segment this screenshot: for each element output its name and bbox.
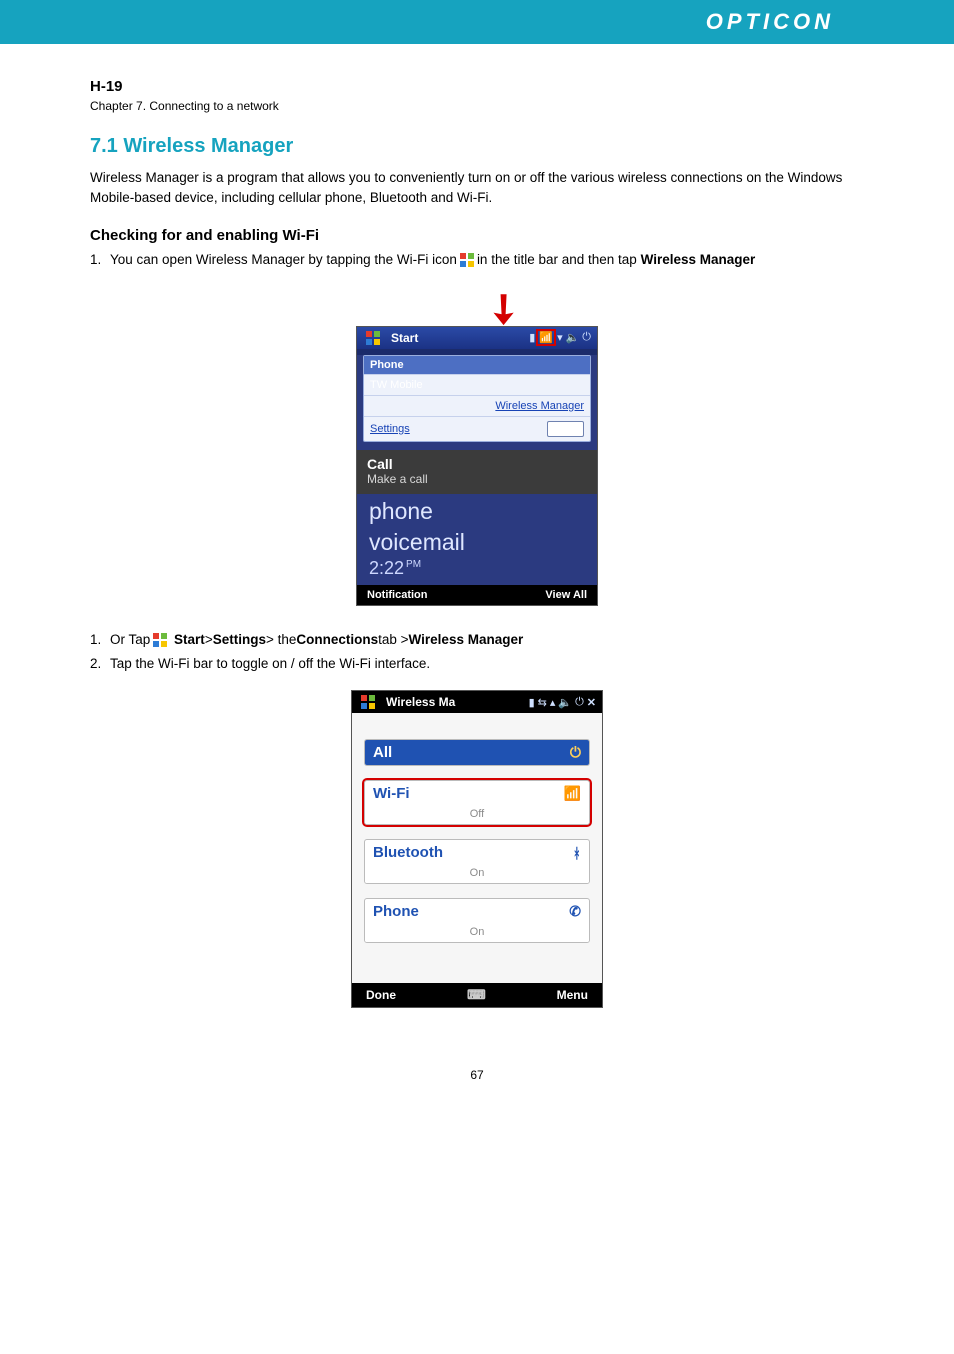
status-tray[interactable]: ▮ 📶 ▾ 🔈 ⏻ bbox=[529, 331, 591, 344]
call-tile[interactable]: Call Make a call bbox=[357, 450, 597, 494]
close-icon[interactable]: ✕ bbox=[587, 696, 596, 709]
home-tile-phone[interactable]: phone bbox=[357, 494, 597, 525]
page-number: 67 bbox=[90, 1068, 864, 1082]
phone-icon: ✆ bbox=[569, 903, 581, 920]
bluetooth-icon: ᚼ bbox=[573, 845, 581, 861]
popup-row-wm: Wireless Manager bbox=[364, 395, 590, 416]
phone-state: On bbox=[365, 924, 589, 942]
device-model: H-19 bbox=[90, 78, 864, 95]
wireless-manager-link[interactable]: Wireless Manager bbox=[495, 400, 584, 412]
titlebar[interactable]: Wireless Ma ▮ ⇆ ▴ 🔈 ⏻ ✕ bbox=[352, 691, 602, 713]
status-tray[interactable]: ▮ ⇆ ▴ 🔈 ⏻ ✕ bbox=[529, 696, 596, 709]
titlebar-label: Start bbox=[391, 331, 418, 345]
steps-list-1: You can open Wireless Manager by tapping… bbox=[90, 250, 864, 270]
screenshot-wireless-manager: Wireless Ma ▮ ⇆ ▴ 🔈 ⏻ ✕ All ⏻ bbox=[351, 690, 603, 1008]
page-content: H-19 Chapter 7. Connecting to a network … bbox=[0, 44, 954, 1142]
softkey-left[interactable]: Notification bbox=[367, 589, 428, 601]
popup-row-carrier: TW Mobile bbox=[364, 374, 590, 395]
keyboard-icon[interactable]: ⌨ bbox=[467, 987, 486, 1003]
home-clock: 2:22PM bbox=[357, 556, 597, 585]
brand-bar: OPTICON bbox=[0, 0, 954, 44]
softkey-bar: Done ⌨ Menu bbox=[352, 983, 602, 1007]
settings-link[interactable]: Settings bbox=[370, 423, 410, 435]
popup-header: Phone bbox=[364, 356, 590, 374]
sync-icon: ⇆ bbox=[538, 696, 547, 709]
bluetooth-state: On bbox=[365, 865, 589, 883]
home-tile-voicemail[interactable]: voicemail bbox=[357, 525, 597, 556]
windows-flag-icon bbox=[153, 633, 167, 647]
battery-icon: ▮ bbox=[529, 696, 535, 709]
wm-row-bluetooth[interactable]: Bluetooth ᚼ On bbox=[364, 839, 590, 884]
wifi-status-icon[interactable]: 📶 bbox=[538, 331, 554, 344]
brand-logo: OPTICON bbox=[706, 9, 834, 35]
chapter-title: Connecting to a network bbox=[149, 99, 278, 113]
step-1a: You can open Wireless Manager by tapping… bbox=[90, 250, 864, 270]
screenshot-1-container: ➘ Start ▮ 📶 ▾ 🔈 ⏻ bbox=[90, 286, 864, 606]
volume-icon: 🔈 bbox=[558, 696, 572, 709]
hide-button[interactable]: Hide bbox=[547, 421, 584, 437]
wifi-state: Off bbox=[365, 806, 589, 824]
signal-icon: ▾ bbox=[557, 331, 563, 344]
signal-icon: ▴ bbox=[550, 696, 556, 709]
softkey-done[interactable]: Done bbox=[366, 988, 396, 1002]
titlebar-label: Wireless Ma bbox=[386, 695, 455, 709]
wm-row-wifi[interactable]: Wi-Fi 📶 Off bbox=[364, 780, 590, 825]
power-icon: ⏻ bbox=[575, 696, 584, 709]
power-toggle-icon: ⏻ bbox=[570, 744, 581, 761]
steps-list-2: Or Tap Start > Settings > the Connection… bbox=[90, 630, 864, 675]
start-flag-icon[interactable] bbox=[361, 695, 375, 709]
wireless-manager-label: Wireless Manager bbox=[641, 250, 756, 270]
screenshot-2-container: Wireless Ma ▮ ⇆ ▴ 🔈 ⏻ ✕ All ⏻ bbox=[90, 690, 864, 1008]
power-icon: ⏻ bbox=[582, 331, 591, 344]
softkey-menu[interactable]: Menu bbox=[557, 988, 588, 1002]
windows-flag-icon bbox=[460, 253, 474, 267]
popup-row-settings: Settings Hide bbox=[364, 416, 590, 441]
intro-paragraph: Wireless Manager is a program that allow… bbox=[90, 168, 864, 209]
screenshot-start-menu: Start ▮ 📶 ▾ 🔈 ⏻ Phone TW Mobile bbox=[356, 326, 598, 606]
wm-row-all[interactable]: All ⏻ bbox=[364, 739, 590, 766]
wm-row-phone[interactable]: Phone ✆ On bbox=[364, 898, 590, 943]
titlebar[interactable]: Start ▮ 📶 ▾ 🔈 ⏻ bbox=[357, 327, 597, 349]
section-title: 7.1 Wireless Manager bbox=[90, 135, 864, 158]
phone-popup: Phone TW Mobile Wireless Manager Setting… bbox=[363, 355, 591, 442]
step-2: Tap the Wi-Fi bar to toggle on / off the… bbox=[90, 654, 864, 674]
wifi-icon: 📶 bbox=[564, 785, 581, 802]
start-flag-icon[interactable] bbox=[366, 331, 380, 345]
softkey-bar: Notification View All bbox=[357, 585, 597, 605]
volume-icon: 🔈 bbox=[566, 331, 580, 344]
subhead-checking: Checking for and enabling Wi-Fi bbox=[90, 227, 864, 244]
step-1b: Or Tap Start > Settings > the Connection… bbox=[90, 630, 864, 650]
battery-icon: ▮ bbox=[529, 331, 535, 344]
chapter-number: Chapter 7. bbox=[90, 99, 146, 113]
softkey-right[interactable]: View All bbox=[545, 589, 587, 601]
